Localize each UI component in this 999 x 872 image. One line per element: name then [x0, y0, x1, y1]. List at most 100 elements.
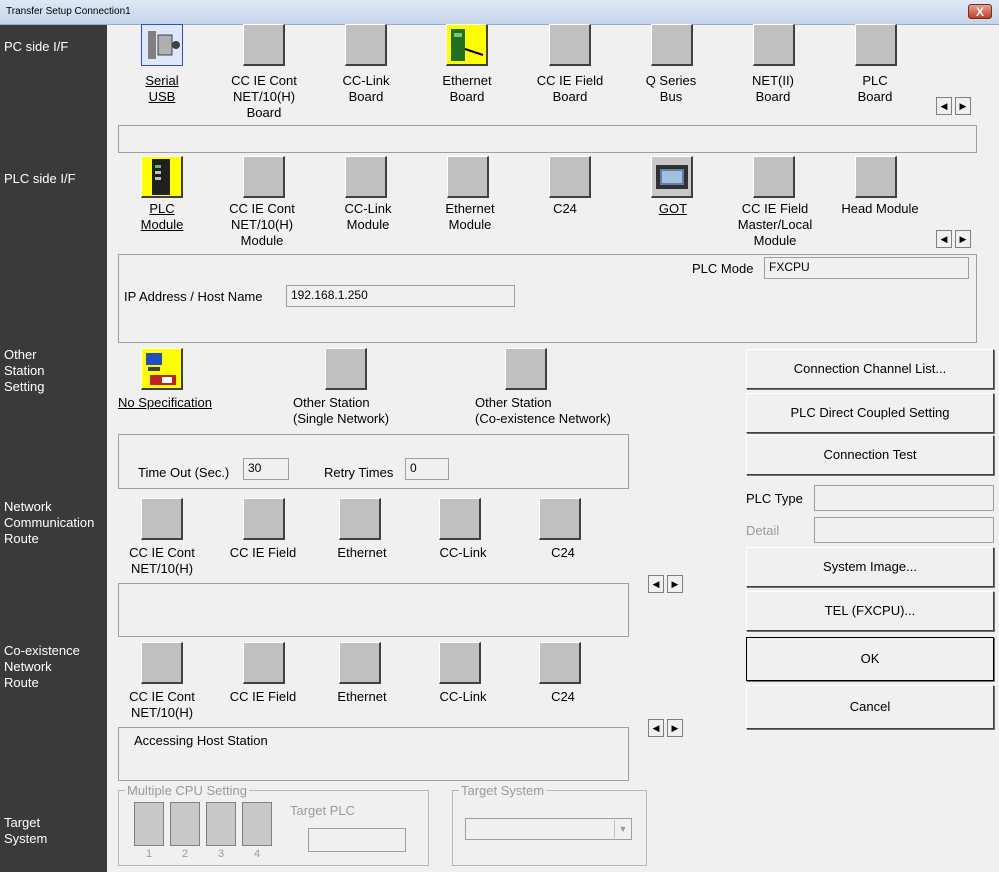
chevron-down-icon: ▼: [614, 820, 631, 838]
net-cc-link-tile[interactable]: [439, 498, 481, 540]
ok-button[interactable]: OK: [746, 637, 994, 681]
pc-detail-panel: [118, 125, 977, 153]
cc-link-board-tile[interactable]: [345, 24, 387, 66]
got-tile[interactable]: [651, 156, 693, 198]
cc-ie-field-board-tile[interactable]: [549, 24, 591, 66]
head-module-tile[interactable]: [855, 156, 897, 198]
other-item-single-network[interactable]: Other Station (Single Network): [293, 395, 399, 427]
window-title: Transfer Setup Connection1: [6, 6, 131, 17]
net-cc-ie-field-tile[interactable]: [243, 498, 285, 540]
cc-link-module-tile[interactable]: [345, 156, 387, 198]
connection-channel-list-button[interactable]: Connection Channel List...: [746, 349, 994, 389]
other-item-no-specification[interactable]: No Specification: [114, 395, 216, 411]
plc-module-tile[interactable]: [141, 156, 183, 198]
detail-label: Detail: [746, 523, 780, 538]
cpu-1-button[interactable]: [134, 802, 164, 846]
cancel-button[interactable]: Cancel: [746, 685, 994, 729]
no-specification-tile[interactable]: [141, 348, 183, 390]
cpu-2-button[interactable]: [170, 802, 200, 846]
net-item-cc-ie-field[interactable]: CC IE Field: [213, 545, 313, 561]
target-plc-label: Target PLC: [290, 803, 356, 818]
title-bar: [0, 0, 999, 25]
ip-address-field[interactable]: 192.168.1.250: [286, 285, 515, 307]
pc-scroll-left-button[interactable]: ◀: [936, 97, 952, 115]
coex-item-cc-ie-field[interactable]: CC IE Field: [213, 689, 313, 705]
coex-item-c24[interactable]: C24: [513, 689, 613, 705]
plc-item-got[interactable]: GOT: [623, 201, 723, 217]
net-item-cc-link[interactable]: CC-Link: [413, 545, 513, 561]
plc-item-plc-module[interactable]: PLC Module: [112, 201, 212, 233]
pc-item-cc-ie-cont-board[interactable]: CC IE Cont NET/10(H) Board: [214, 73, 314, 121]
net-scroll-left-button[interactable]: ◀: [648, 575, 664, 593]
net-c24-tile[interactable]: [539, 498, 581, 540]
net-scroll-right-button[interactable]: ▶: [667, 575, 683, 593]
plc-direct-coupled-setting-button[interactable]: PLC Direct Coupled Setting: [746, 393, 994, 433]
pc-item-net-ii-board[interactable]: NET(II) Board: [723, 73, 823, 105]
plc-item-c24[interactable]: C24: [515, 201, 615, 217]
plc-mode-field[interactable]: FXCPU: [764, 257, 969, 279]
ethernet-board-icon: [451, 29, 484, 61]
other-item-coexistence-network[interactable]: Other Station (Co-existence Network): [475, 395, 617, 427]
cpu-3-number: 3: [217, 848, 225, 860]
ethernet-module-tile[interactable]: [447, 156, 489, 198]
coex-cc-ie-cont-tile[interactable]: [141, 642, 183, 684]
net-item-cc-ie-cont[interactable]: CC IE Cont NET/10(H): [112, 545, 212, 577]
cc-ie-cont-module-tile[interactable]: [243, 156, 285, 198]
coex-item-cc-ie-cont[interactable]: CC IE Cont NET/10(H): [112, 689, 212, 721]
close-button[interactable]: X: [968, 4, 992, 19]
sidebar-label-pc-side: PC side I/F: [4, 39, 69, 54]
plc-item-cc-ie-field-master[interactable]: CC IE Field Master/Local Module: [725, 201, 825, 249]
serial-usb-tile[interactable]: [141, 24, 183, 66]
other-station-single-tile[interactable]: [325, 348, 367, 390]
plc-scroll-right-button[interactable]: ▶: [955, 230, 971, 248]
plc-item-cc-link-module[interactable]: CC-Link Module: [318, 201, 418, 233]
cpu-4-button[interactable]: [242, 802, 272, 846]
retry-times-field[interactable]: 0: [405, 458, 449, 480]
plc-board-tile[interactable]: [855, 24, 897, 66]
sidebar-label-other-station: Other Station Setting: [4, 347, 45, 394]
other-station-coexist-tile[interactable]: [505, 348, 547, 390]
target-system-label: Target System: [459, 783, 547, 798]
connection-test-button[interactable]: Connection Test: [746, 435, 994, 475]
timeout-field[interactable]: 30: [243, 458, 289, 480]
coex-ethernet-tile[interactable]: [339, 642, 381, 684]
net-item-c24[interactable]: C24: [513, 545, 613, 561]
coex-scroll-right-button[interactable]: ▶: [667, 719, 683, 737]
pc-item-cc-link-board[interactable]: CC-Link Board: [316, 73, 416, 105]
plc-scroll-left-button[interactable]: ◀: [936, 230, 952, 248]
pc-item-q-series-bus[interactable]: Q Series Bus: [621, 73, 721, 105]
pc-item-ethernet-board[interactable]: Ethernet Board: [417, 73, 517, 105]
coex-item-cc-link[interactable]: CC-Link: [413, 689, 513, 705]
sidebar-label-coexist-route: Co-existence Network Route: [4, 643, 80, 690]
net-cc-ie-cont-tile[interactable]: [141, 498, 183, 540]
ethernet-board-tile[interactable]: [446, 24, 488, 66]
pc-item-plc-board[interactable]: PLC Board: [825, 73, 925, 105]
cc-ie-field-master-tile[interactable]: [753, 156, 795, 198]
pc-item-serial-usb[interactable]: Serial USB: [112, 73, 212, 105]
net-ii-board-tile[interactable]: [753, 24, 795, 66]
c24-tile[interactable]: [549, 156, 591, 198]
cpu-3-button[interactable]: [206, 802, 236, 846]
coex-cc-link-tile[interactable]: [439, 642, 481, 684]
coex-c24-tile[interactable]: [539, 642, 581, 684]
computer-icon: [146, 353, 176, 385]
coex-item-ethernet[interactable]: Ethernet: [312, 689, 412, 705]
tel-fxcpu-button[interactable]: TEL (FXCPU)...: [746, 591, 994, 631]
sidebar-label-network-route: Network Communication Route: [4, 499, 95, 546]
coex-cc-ie-field-tile[interactable]: [243, 642, 285, 684]
timeout-panel: [118, 434, 629, 489]
q-series-bus-tile[interactable]: [651, 24, 693, 66]
sidebar: [0, 25, 107, 872]
pc-scroll-right-button[interactable]: ▶: [955, 97, 971, 115]
net-item-ethernet[interactable]: Ethernet: [312, 545, 412, 561]
plc-module-icon: [152, 159, 170, 195]
coex-scroll-left-button[interactable]: ◀: [648, 719, 664, 737]
net-ethernet-tile[interactable]: [339, 498, 381, 540]
system-image-button[interactable]: System Image...: [746, 547, 994, 587]
pc-item-cc-ie-field-board[interactable]: CC IE Field Board: [520, 73, 620, 105]
cc-ie-cont-board-tile[interactable]: [243, 24, 285, 66]
plc-item-head-module[interactable]: Head Module: [830, 201, 930, 217]
plc-item-cc-ie-cont-module[interactable]: CC IE Cont NET/10(H) Module: [212, 201, 312, 249]
plc-item-ethernet-module[interactable]: Ethernet Module: [420, 201, 520, 233]
cpu-4-number: 4: [253, 848, 261, 860]
